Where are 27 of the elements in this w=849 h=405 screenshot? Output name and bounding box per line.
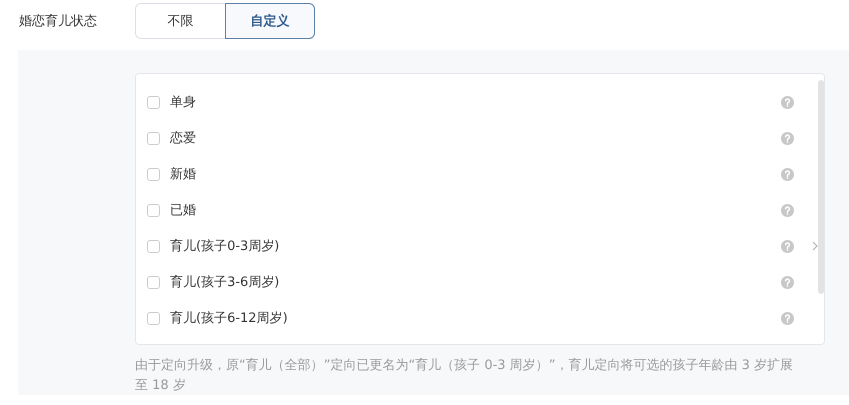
- checkbox[interactable]: [147, 96, 160, 108]
- checkbox[interactable]: [147, 204, 160, 216]
- help-icon[interactable]: [781, 276, 794, 288]
- option-label[interactable]: 新婚: [170, 165, 196, 183]
- checkbox[interactable]: [147, 240, 160, 252]
- checkbox[interactable]: [147, 276, 160, 288]
- help-icon[interactable]: [781, 312, 794, 324]
- scrollbar[interactable]: [818, 80, 824, 294]
- checkbox[interactable]: [147, 312, 160, 324]
- option-label[interactable]: 育儿(孩子6-12周岁): [170, 309, 288, 327]
- option-label[interactable]: 单身: [170, 93, 196, 111]
- option-label[interactable]: 恋爱: [170, 129, 196, 147]
- option-label[interactable]: 已婚: [170, 201, 196, 219]
- chevron-right-icon[interactable]: [812, 241, 818, 251]
- help-icon[interactable]: [781, 240, 794, 252]
- hint-text: 由于定向升级，原“育儿（全部）”定向已更名为“育儿（孩子 0-3 周岁）”，育儿定向将可选的孩子年龄由 3 岁扩展至 18 岁: [135, 356, 794, 395]
- help-icon[interactable]: [781, 132, 794, 144]
- help-icon[interactable]: [781, 204, 794, 216]
- segment-tab[interactable]: 不限: [135, 3, 225, 39]
- help-icon[interactable]: [781, 96, 794, 108]
- option-label[interactable]: 育儿(孩子0-3周岁): [170, 237, 280, 255]
- checkbox[interactable]: [147, 132, 160, 144]
- option-label[interactable]: 育儿(孩子3-6周岁): [170, 273, 280, 291]
- field-label: 婚恋育儿状态: [19, 12, 98, 30]
- help-icon[interactable]: [781, 168, 794, 180]
- segment-tab[interactable]: 自定义: [225, 3, 315, 39]
- checkbox[interactable]: [147, 168, 160, 180]
